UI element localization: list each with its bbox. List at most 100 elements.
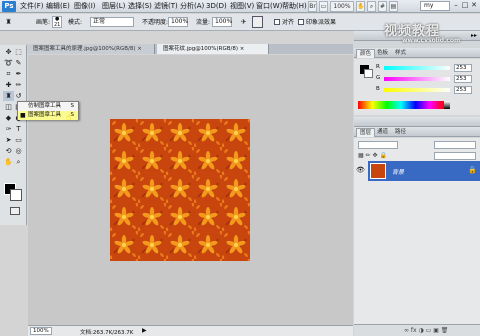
- menu-layer[interactable]: 图层(L): [102, 2, 125, 11]
- flyout-clone-stamp[interactable]: 仿制图章工具 S: [18, 102, 78, 111]
- red-value[interactable]: 253: [454, 64, 472, 72]
- blue-value[interactable]: 253: [454, 86, 472, 94]
- stamp-preset-icon[interactable]: ♜: [3, 17, 14, 27]
- zoom-icon[interactable]: ⌕: [367, 1, 376, 12]
- brush-size: 21: [54, 22, 61, 28]
- ps-logo: Ps: [2, 1, 16, 12]
- blue-label: B: [376, 86, 380, 92]
- zoom-level-select[interactable]: 100%: [330, 1, 354, 12]
- gray-ramp[interactable]: [444, 101, 450, 109]
- menu-help[interactable]: 帮助(H): [282, 2, 307, 11]
- brush-tool-icon[interactable]: ✏: [13, 80, 24, 90]
- menu-bar: Ps 文件(F) 编辑(E) 图像(I) 图层(L) 选择(S) 滤镜(T) 分…: [0, 0, 480, 13]
- minimize-button[interactable]: –: [452, 1, 460, 10]
- opacity-input[interactable]: 100%: [168, 17, 188, 27]
- tab-channels[interactable]: 通道: [374, 128, 391, 137]
- adjust-panel-tabs: [354, 117, 480, 127]
- flow-input[interactable]: 100%: [212, 17, 232, 27]
- 3d-orbit-icon[interactable]: ◎: [13, 146, 24, 156]
- color-panel-tabs: 颜色 色板 样式: [354, 48, 480, 58]
- menu-edit[interactable]: 编辑(E): [46, 2, 70, 11]
- background-color-swatch[interactable]: [10, 189, 22, 201]
- opacity-select[interactable]: [434, 141, 476, 149]
- tab-layers[interactable]: 图层: [356, 128, 376, 137]
- green-track[interactable]: [384, 77, 450, 81]
- green-label: G: [376, 75, 381, 81]
- menu-file[interactable]: 文件(F): [20, 2, 44, 11]
- status-menu-icon[interactable]: ▶: [142, 327, 147, 334]
- workspace-select[interactable]: my: [420, 1, 450, 11]
- tab-paths[interactable]: 路径: [392, 128, 409, 137]
- history-brush-icon[interactable]: ↺: [13, 91, 24, 101]
- tools-panel: ✥ ⬚ ➰ ✎ ⌗ ✒ ✚ ✏ ♜ ↺ ◫ ▤ ◆ ● ✑ T ➤ ▭ ⟲ ◎ …: [0, 45, 27, 225]
- eyedropper-icon[interactable]: ✒: [13, 69, 24, 79]
- layers-footer: ∞ fx ◑ ▭ ▣ 🗑: [354, 324, 480, 336]
- green-slider[interactable]: G 253: [376, 75, 480, 83]
- align-checkbox[interactable]: [274, 19, 280, 25]
- red-track[interactable]: [384, 66, 450, 70]
- flyout-pattern-stamp-label: 图案图章工具: [28, 112, 62, 118]
- red-slider[interactable]: R 253: [376, 64, 480, 72]
- right-panels: ▸▸ 颜色 色板 样式 R 253 G 253 B 253 图层 通道 路径 ▦…: [354, 31, 480, 336]
- menu-image[interactable]: 图像(I): [74, 2, 96, 11]
- document-tabs: 图案图案工具的原理.jpg@100%(RGB/8) × 图案花纹.jpg@100…: [27, 44, 353, 54]
- collapse-icon[interactable]: ▸▸: [471, 32, 477, 39]
- status-doc-info: 文档:263.7K/263.7K: [80, 330, 134, 336]
- zoom-tool-icon[interactable]: ⌕: [13, 157, 24, 167]
- type-tool-icon[interactable]: T: [13, 124, 24, 134]
- tab-color[interactable]: 颜色: [356, 49, 376, 58]
- menu-filter[interactable]: 滤镜(T): [154, 2, 178, 11]
- menu-view[interactable]: 视图(V): [230, 2, 254, 11]
- brush-label: 画笔:: [36, 19, 51, 26]
- pattern-image[interactable]: [110, 119, 250, 261]
- hand-icon[interactable]: ✋: [356, 1, 365, 12]
- quick-mask-icon[interactable]: [10, 207, 20, 215]
- restore-button[interactable]: □: [461, 1, 469, 10]
- selected-bullet-icon: ■: [20, 112, 26, 119]
- status-zoom[interactable]: 100%: [30, 327, 52, 335]
- photoshop-window: Ps 文件(F) 编辑(E) 图像(I) 图层(L) 选择(S) 滤镜(T) 分…: [0, 0, 480, 336]
- layer-lock-icon: 🔒: [468, 166, 477, 174]
- airbrush-icon[interactable]: ✈: [238, 17, 249, 27]
- status-bar: 100% 文档:263.7K/263.7K ▶: [28, 325, 353, 336]
- marquee-tool-icon[interactable]: ⬚: [13, 47, 24, 57]
- layer-background-row[interactable]: 👁 背景 🔒: [356, 161, 480, 181]
- blue-track[interactable]: [384, 88, 450, 92]
- tab-document-1[interactable]: 图案图案工具的原理.jpg@100%(RGB/8) ×: [27, 44, 155, 54]
- grid-icon[interactable]: #: [378, 1, 387, 12]
- close-button[interactable]: ✕: [470, 1, 478, 10]
- opacity-label: 不透明度:: [142, 19, 169, 26]
- tab-document-2[interactable]: 图案花纹.jpg@100%(RGB/8) ×: [157, 44, 269, 54]
- blend-mode-select[interactable]: [358, 141, 398, 149]
- tab-styles[interactable]: 样式: [392, 49, 409, 58]
- green-value[interactable]: 253: [454, 75, 472, 83]
- menu-window[interactable]: 窗口(W): [256, 2, 282, 11]
- menu-select[interactable]: 选择(S): [128, 2, 152, 11]
- eye-icon[interactable]: 👁: [356, 166, 365, 175]
- flyout-clone-stamp-key: S: [70, 103, 75, 109]
- arrange-icon[interactable]: ▤: [389, 1, 398, 12]
- layer-actions-icons[interactable]: ∞ fx ◑ ▭ ▣ 🗑: [404, 327, 448, 334]
- bridge-button[interactable]: Br: [308, 1, 317, 12]
- bg-swatch[interactable]: [364, 69, 373, 78]
- menu-3d[interactable]: 3D(D): [206, 2, 227, 11]
- cursor-hand-icon: ☝: [66, 113, 72, 123]
- menu-analysis[interactable]: 分析(A): [180, 2, 204, 11]
- fill-select[interactable]: [434, 152, 476, 160]
- watermark-url: www.cvsolid.com: [402, 37, 461, 44]
- layers-panel-tabs: 图层 通道 路径: [354, 127, 480, 137]
- mode-select[interactable]: 正常: [90, 17, 134, 27]
- color-ramp[interactable]: [358, 101, 444, 109]
- layer-thumbnail: [370, 163, 386, 179]
- brush-picker[interactable]: ● 21: [52, 16, 62, 28]
- minibridge-button[interactable]: ▭: [319, 1, 328, 12]
- red-label: R: [376, 64, 380, 70]
- flow-label: 流量:: [196, 19, 211, 26]
- blue-slider[interactable]: B 253: [376, 86, 480, 94]
- quick-select-icon[interactable]: ✎: [13, 58, 24, 68]
- tab-swatches[interactable]: 色板: [374, 49, 391, 58]
- pattern-picker[interactable]: [252, 16, 263, 28]
- flyout-clone-stamp-label: 仿制图章工具: [28, 103, 62, 109]
- shape-tool-icon[interactable]: ▭: [13, 135, 24, 145]
- impressionist-checkbox[interactable]: [298, 19, 304, 25]
